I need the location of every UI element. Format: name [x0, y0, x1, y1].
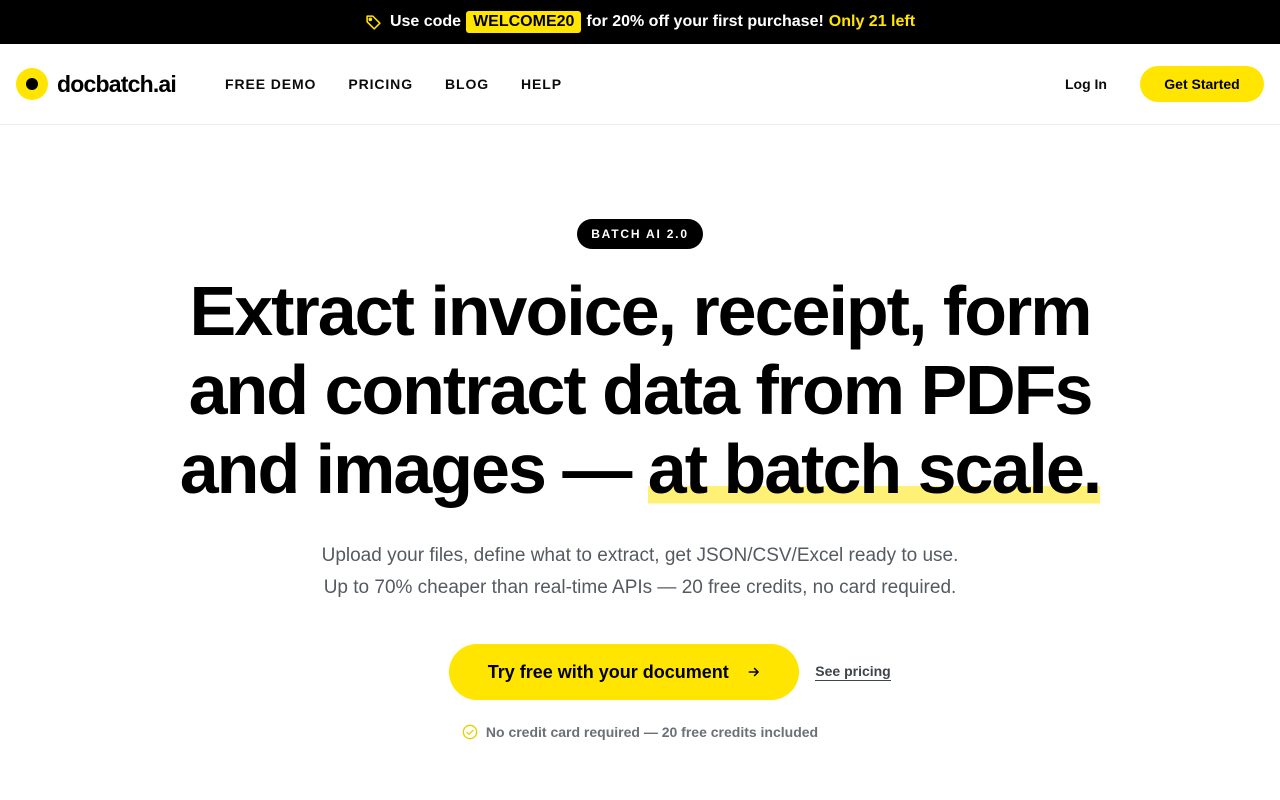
site-header: docbatch.ai FREE DEMO PRICING BLOG HELP …	[0, 44, 1280, 125]
no-card-note: No credit card required — 20 free credit…	[0, 724, 1280, 740]
promo-code: WELCOME20	[466, 11, 582, 33]
see-pricing-link[interactable]: See pricing	[815, 663, 891, 681]
logo-icon	[16, 68, 48, 100]
promo-remaining: Only 21 left	[828, 13, 916, 30]
subtitle-line-1: Upload your files, define what to extrac…	[321, 545, 959, 566]
main-nav: FREE DEMO PRICING BLOG HELP	[225, 76, 594, 92]
promo-prefix: Use code	[389, 13, 462, 30]
tag-icon	[365, 14, 382, 31]
logo-text: docbatch.ai	[57, 70, 177, 97]
version-badge: BATCH AI 2.0	[577, 219, 703, 249]
nav-free-demo[interactable]: FREE DEMO	[225, 76, 316, 92]
try-free-label: Try free with your document	[487, 661, 729, 682]
note-text: No credit card required — 20 free credit…	[485, 724, 819, 740]
login-link[interactable]: Log In	[1065, 76, 1107, 92]
promo-banner: Use code WELCOME20 for 20% off your firs…	[0, 0, 1280, 44]
get-started-button[interactable]: Get Started	[1140, 66, 1264, 102]
hero-subtitle: Upload your files, define what to extrac…	[240, 540, 1040, 604]
subtitle-line-2: Up to 70% cheaper than real-time APIs — …	[323, 577, 957, 598]
promo-message: for 20% off your first purchase!	[586, 13, 824, 30]
nav-blog[interactable]: BLOG	[445, 76, 489, 92]
logo-link[interactable]: docbatch.ai	[16, 68, 177, 100]
nav-pricing[interactable]: PRICING	[348, 76, 413, 92]
cta-row: Try free with your document See pricing	[0, 644, 1280, 700]
headline-highlight: at batch scale.	[647, 430, 1102, 508]
check-circle-icon	[462, 724, 478, 740]
arrow-right-icon	[747, 665, 761, 679]
header-actions: Log In Get Started	[1065, 66, 1264, 102]
hero-headline: Extract invoice, receipt, form and contr…	[140, 272, 1140, 509]
try-free-button[interactable]: Try free with your document	[449, 644, 800, 700]
nav-help[interactable]: HELP	[521, 76, 562, 92]
